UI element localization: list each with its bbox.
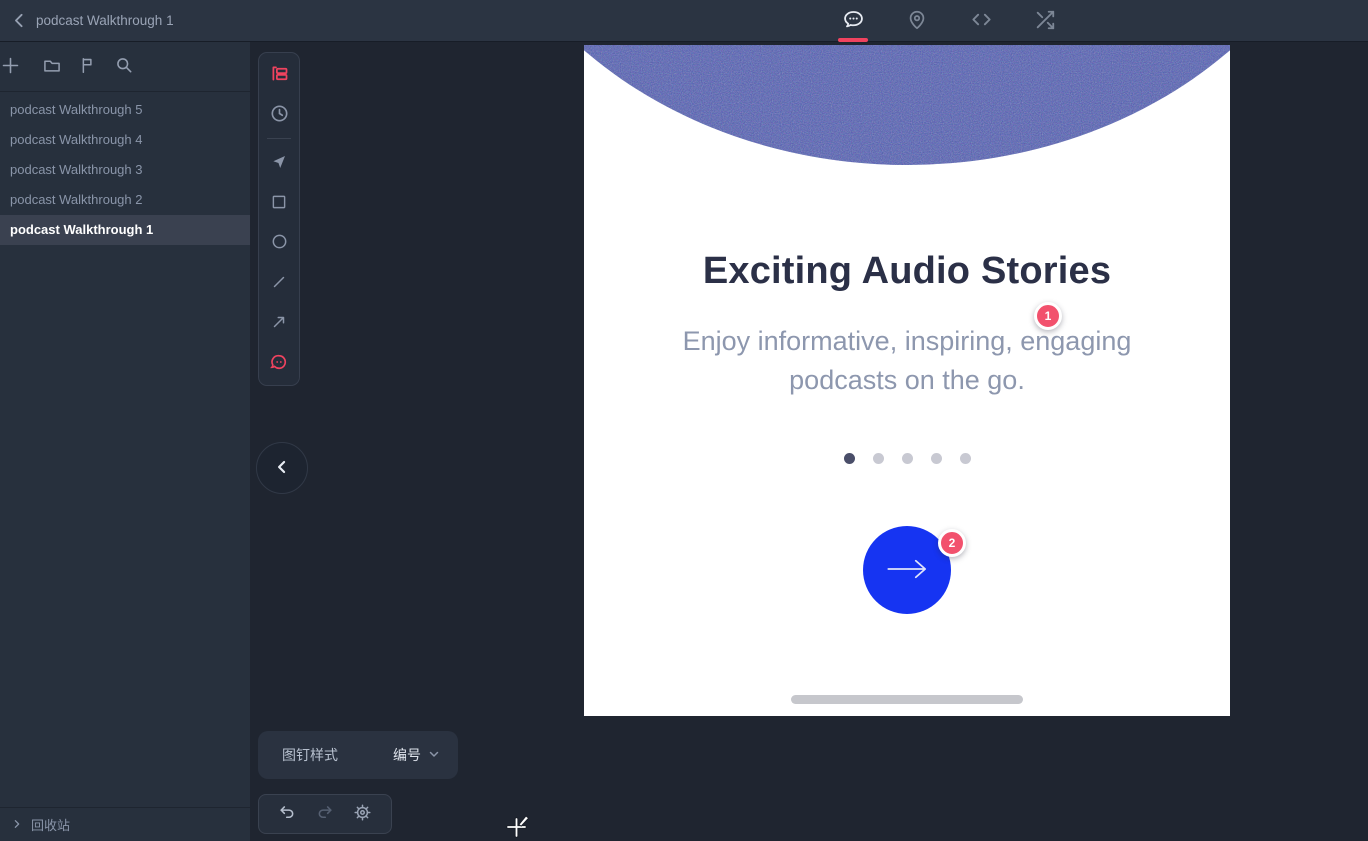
ellipse-tool-button[interactable] <box>259 223 299 263</box>
chevron-left-icon <box>272 457 292 480</box>
redo-button[interactable] <box>312 801 338 827</box>
hero-circle-graphic <box>584 45 1230 165</box>
palette-divider <box>267 138 291 139</box>
sidebar-item-podcast-walkthrough-1[interactable]: podcast Walkthrough 1 <box>0 215 250 245</box>
gear-icon <box>353 803 372 825</box>
pagination-dot-5[interactable] <box>959 453 971 464</box>
clock-icon <box>269 103 290 127</box>
chevron-down-icon <box>428 748 440 763</box>
sidebar-item-podcast-walkthrough-3[interactable]: podcast Walkthrough 3 <box>0 155 250 185</box>
chevron-left-icon <box>11 13 28 32</box>
sidebar-item-podcast-walkthrough-2[interactable]: podcast Walkthrough 2 <box>0 185 250 215</box>
sidebar: podcast Walkthrough 5 podcast Walkthroug… <box>0 42 250 841</box>
undo-icon <box>278 803 297 825</box>
pagination-dot-4[interactable] <box>930 453 942 464</box>
tab-flow[interactable] <box>1025 0 1065 42</box>
topbar: podcast Walkthrough 1 <box>0 0 1368 42</box>
document-title: podcast Walkthrough 1 <box>36 13 174 28</box>
screen-title: Exciting Audio Stories <box>702 250 1112 292</box>
circle-icon <box>270 232 289 254</box>
rectangle-tool-button[interactable] <box>259 183 299 223</box>
sidebar-item-podcast-walkthrough-5[interactable]: podcast Walkthrough 5 <box>0 95 250 125</box>
pin-style-label: 图钉样式 <box>282 747 338 763</box>
screen-subtitle-line2: podcasts on the go. <box>789 365 1025 395</box>
undo-button[interactable] <box>275 801 301 827</box>
pin-list-tool-button[interactable] <box>259 55 299 95</box>
search-button[interactable] <box>110 53 138 81</box>
folder-icon <box>42 55 62 78</box>
redo-icon <box>315 803 334 825</box>
screen-list: podcast Walkthrough 5 podcast Walkthroug… <box>0 95 250 245</box>
flag-icon <box>79 56 98 78</box>
artboard-screen: Exciting Audio Stories Enjoy informative… <box>584 45 1230 716</box>
sidebar-toolbar <box>0 42 250 92</box>
folder-button[interactable] <box>38 53 66 81</box>
pagination-dot-2[interactable] <box>872 453 884 464</box>
comment-pin-1[interactable]: 1 <box>1034 302 1062 330</box>
comment-tool-button[interactable] <box>259 343 299 383</box>
tab-pins[interactable] <box>897 0 937 42</box>
arrow-right-icon <box>885 558 929 583</box>
back-button[interactable] <box>8 11 30 33</box>
speech-bubble-icon <box>842 8 865 34</box>
location-pin-icon <box>906 9 928 34</box>
pagination-dot-3[interactable] <box>901 453 913 464</box>
screen-subtitle-line1: Enjoy informative, inspiring, engaging <box>682 326 1132 356</box>
pagination-dot-1[interactable] <box>843 453 855 464</box>
pin-style-value: 编号 <box>393 747 421 763</box>
pagination-dots <box>584 453 1230 464</box>
shuffle-icon <box>1034 9 1056 34</box>
line-tool-button[interactable] <box>259 263 299 303</box>
tool-palette <box>258 52 300 386</box>
select-tool-button[interactable] <box>259 143 299 183</box>
home-indicator <box>791 695 1023 704</box>
plus-icon <box>0 55 21 79</box>
pin-style-dropdown[interactable]: 编号 <box>393 745 440 765</box>
collapse-panel-button[interactable] <box>256 442 308 494</box>
settings-button[interactable] <box>349 801 375 827</box>
recycle-bin-row[interactable]: 回收站 <box>0 807 250 841</box>
tab-comments[interactable] <box>833 0 873 42</box>
comment-pin-2[interactable]: 2 <box>938 529 966 557</box>
line-icon <box>270 273 288 294</box>
pin-list-icon <box>269 63 290 87</box>
arrow-up-right-icon <box>270 313 288 334</box>
crosshair-pen-cursor <box>500 809 534 841</box>
pin-style-panel: 图钉样式 编号 <box>258 731 458 779</box>
tab-code[interactable] <box>961 0 1001 42</box>
sidebar-item-podcast-walkthrough-4[interactable]: podcast Walkthrough 4 <box>0 125 250 155</box>
code-icon <box>970 8 993 34</box>
history-panel <box>258 794 392 834</box>
active-tab-underline <box>838 38 868 42</box>
flag-button[interactable] <box>74 53 102 81</box>
cursor-icon <box>270 153 288 174</box>
comment-bubble-icon <box>269 352 289 375</box>
arrow-tool-button[interactable] <box>259 303 299 343</box>
search-icon <box>114 55 134 78</box>
chevron-right-icon <box>12 816 22 834</box>
add-button[interactable] <box>0 53 24 81</box>
history-tool-button[interactable] <box>259 95 299 135</box>
app-root: podcast Walkthrough 1 podcast Walkthroug… <box>0 0 1368 841</box>
recycle-bin-label: 回收站 <box>31 818 71 833</box>
square-icon <box>270 193 288 214</box>
